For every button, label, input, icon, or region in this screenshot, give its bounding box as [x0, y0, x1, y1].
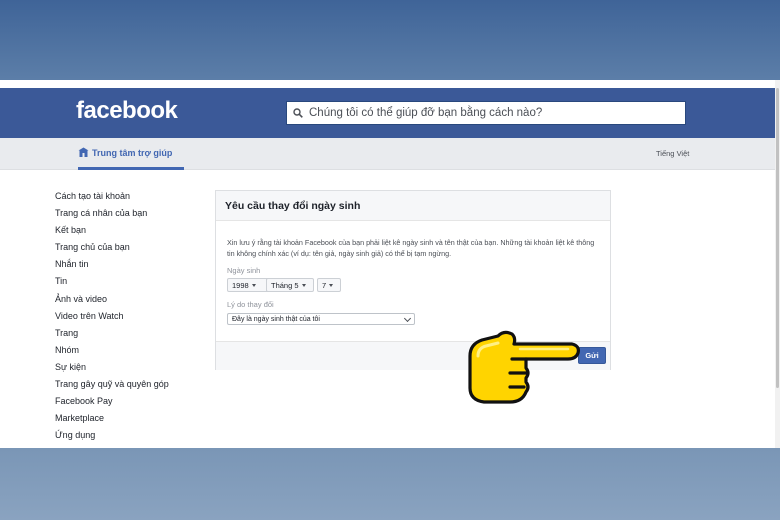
background-top: [0, 0, 780, 80]
search-placeholder: Chúng tôi có thể giúp đỡ bạn bằng cách n…: [309, 107, 543, 119]
help-center-icon: [78, 147, 89, 157]
form-title: Yêu cầu thay đổi ngày sinh: [216, 191, 610, 221]
search-input[interactable]: Chúng tôi có thể giúp đỡ bạn bằng cách n…: [286, 101, 686, 125]
reason-value: Đây là ngày sinh thật của tôi: [232, 315, 320, 323]
birthday-label: Ngày sinh: [227, 266, 261, 275]
caret-down-icon: [329, 283, 334, 287]
scrollbar[interactable]: [775, 80, 780, 448]
sidebar-item-friends[interactable]: Kết bạn: [55, 222, 169, 239]
sidebar-item-marketplace[interactable]: Marketplace: [55, 410, 169, 427]
sidebar-item-pages[interactable]: Trang: [55, 325, 169, 342]
scrollbar-thumb[interactable]: [776, 88, 779, 388]
sidebar-item-messaging[interactable]: Nhắn tin: [55, 256, 169, 273]
chevron-down-icon: [403, 314, 412, 323]
year-value: 1998: [232, 280, 249, 290]
sidebar-item-facebook-pay[interactable]: Facebook Pay: [55, 393, 169, 410]
help-subnav: Trung tâm trợ giúp Tiếng Việt: [0, 138, 775, 170]
sidebar-menu: Cách tạo tài khoản Trang cá nhân của bạn…: [55, 188, 169, 444]
language-link[interactable]: Tiếng Việt: [656, 149, 689, 158]
month-select[interactable]: Tháng 5: [266, 278, 314, 292]
form-notice: Xin lưu ý rằng tài khoản Facebook của bạ…: [227, 238, 595, 258]
day-select[interactable]: 7: [317, 278, 341, 292]
sidebar-item-home[interactable]: Trang chủ của bạn: [55, 239, 169, 256]
month-value: Tháng 5: [271, 280, 299, 290]
browser-screen: facebook Chúng tôi có thể giúp đỡ bạn bằ…: [0, 80, 780, 448]
caret-down-icon: [301, 283, 306, 287]
reason-select[interactable]: Đây là ngày sinh thật của tôi: [227, 313, 415, 325]
reason-label: Lý do thay đổi: [227, 300, 274, 309]
search-icon: [293, 108, 303, 118]
sidebar-item-groups[interactable]: Nhóm: [55, 342, 169, 359]
sidebar-item-apps[interactable]: Ứng dụng: [55, 427, 169, 444]
background-bottom: [0, 448, 780, 520]
sidebar-item-events[interactable]: Sự kiện: [55, 359, 169, 376]
tab-help-center[interactable]: Trung tâm trợ giúp: [78, 138, 185, 170]
sidebar-item-stories[interactable]: Tin: [55, 273, 169, 290]
caret-down-icon: [251, 283, 256, 287]
facebook-logo[interactable]: facebook: [76, 97, 178, 125]
sidebar-item-fundraisers[interactable]: Trang gây quỹ và quyên góp: [55, 376, 169, 393]
sidebar-item-photos-videos[interactable]: Ảnh và video: [55, 291, 169, 308]
top-navigation-bar: facebook Chúng tôi có thể giúp đỡ bạn bằ…: [0, 88, 775, 138]
day-value: 7: [322, 280, 327, 290]
sidebar-item-profile[interactable]: Trang cá nhân của bạn: [55, 205, 169, 222]
pointing-hand-icon: [468, 330, 580, 404]
submit-button[interactable]: Gửi: [578, 347, 606, 364]
sidebar-item-watch[interactable]: Video trên Watch: [55, 308, 169, 325]
sidebar-item-create-account[interactable]: Cách tạo tài khoản: [55, 188, 169, 205]
help-center-label: Trung tâm trợ giúp: [92, 147, 173, 158]
